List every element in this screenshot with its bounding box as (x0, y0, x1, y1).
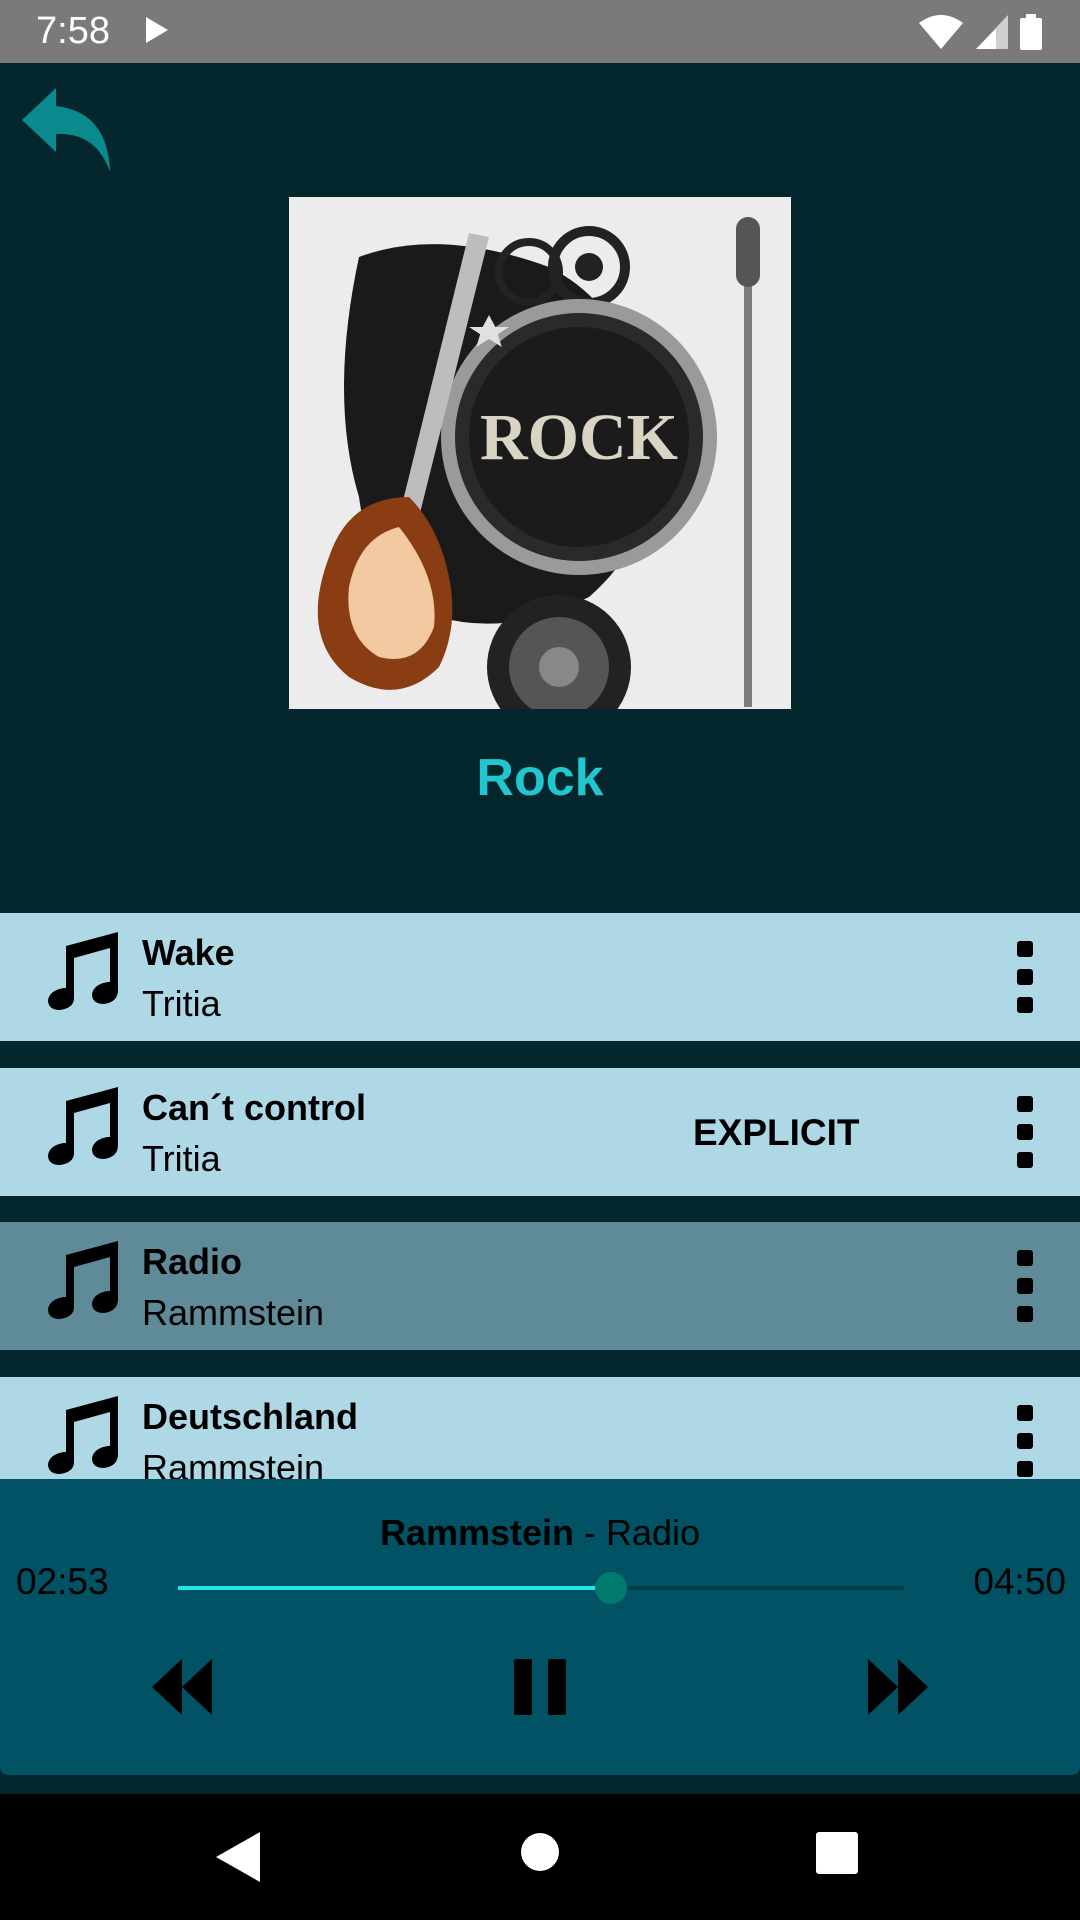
track-title: Radio (142, 1241, 243, 1282)
progress-bar[interactable] (178, 1572, 904, 1604)
track-row-radio[interactable]: Radio Rammstein (0, 1222, 1080, 1350)
rewind-icon[interactable] (152, 1659, 212, 1715)
wifi-icon (919, 15, 964, 49)
track-title: Can´t control (142, 1087, 366, 1128)
track-row-wake[interactable]: Wake Tritia (0, 913, 1080, 1041)
track-title: Deutschland (142, 1396, 359, 1437)
cover-text: ROCK (480, 401, 678, 474)
status-time: 7:58 (36, 10, 110, 52)
track-title: Wake (142, 932, 235, 973)
music-note-icon (48, 1241, 118, 1319)
now-playing-title: Radio (606, 1512, 701, 1553)
track-artist: Tritia (142, 1138, 221, 1179)
navigation-bar (0, 1794, 1080, 1920)
album-title: Rock (476, 749, 604, 807)
track-row-deutschland[interactable]: Deutschland Rammstein (0, 1377, 1080, 1480)
more-options-icon[interactable] (1010, 1250, 1040, 1322)
player-panel: Rammstein - Radio 02:53 04:50 (0, 1479, 1080, 1775)
status-bar: 7:58 (0, 0, 1080, 63)
home-circle-icon[interactable] (520, 1832, 560, 1872)
now-playing: Rammstein - Radio (0, 1512, 1080, 1554)
status-icons (911, 14, 1042, 50)
progress-thumb[interactable] (595, 1572, 628, 1604)
album-cover-image: ROCK (289, 197, 791, 709)
more-options-icon[interactable] (1010, 941, 1040, 1013)
back-triangle-icon[interactable] (216, 1832, 260, 1882)
track-row-cant-control[interactable]: Can´t control Tritia EXPLICIT (0, 1068, 1080, 1196)
back-arrow-icon[interactable] (18, 84, 118, 174)
now-playing-separator: - (574, 1512, 606, 1553)
track-artist: Rammstein (142, 1447, 325, 1480)
total-time: 04:50 (973, 1561, 1066, 1602)
now-playing-artist: Rammstein (379, 1512, 574, 1553)
track-artist: Tritia (142, 983, 221, 1024)
music-note-icon (48, 932, 118, 1010)
more-options-icon[interactable] (1010, 1405, 1040, 1477)
signal-icon (975, 15, 1008, 49)
current-time: 02:53 (16, 1561, 109, 1602)
track-artist: Rammstein (142, 1292, 325, 1333)
music-note-icon (48, 1396, 118, 1474)
recents-square-icon[interactable] (816, 1832, 858, 1874)
more-options-icon[interactable] (1010, 1096, 1040, 1168)
music-note-icon (48, 1087, 118, 1165)
play-icon (146, 17, 168, 43)
pause-icon[interactable] (512, 1659, 568, 1715)
fast-forward-icon[interactable] (868, 1659, 928, 1715)
track-list: Wake Tritia Can´t control Tritia EXPLICI… (0, 913, 1080, 1480)
battery-icon (1020, 14, 1042, 50)
explicit-badge: EXPLICIT (693, 1112, 860, 1153)
progress-fill (178, 1586, 612, 1590)
